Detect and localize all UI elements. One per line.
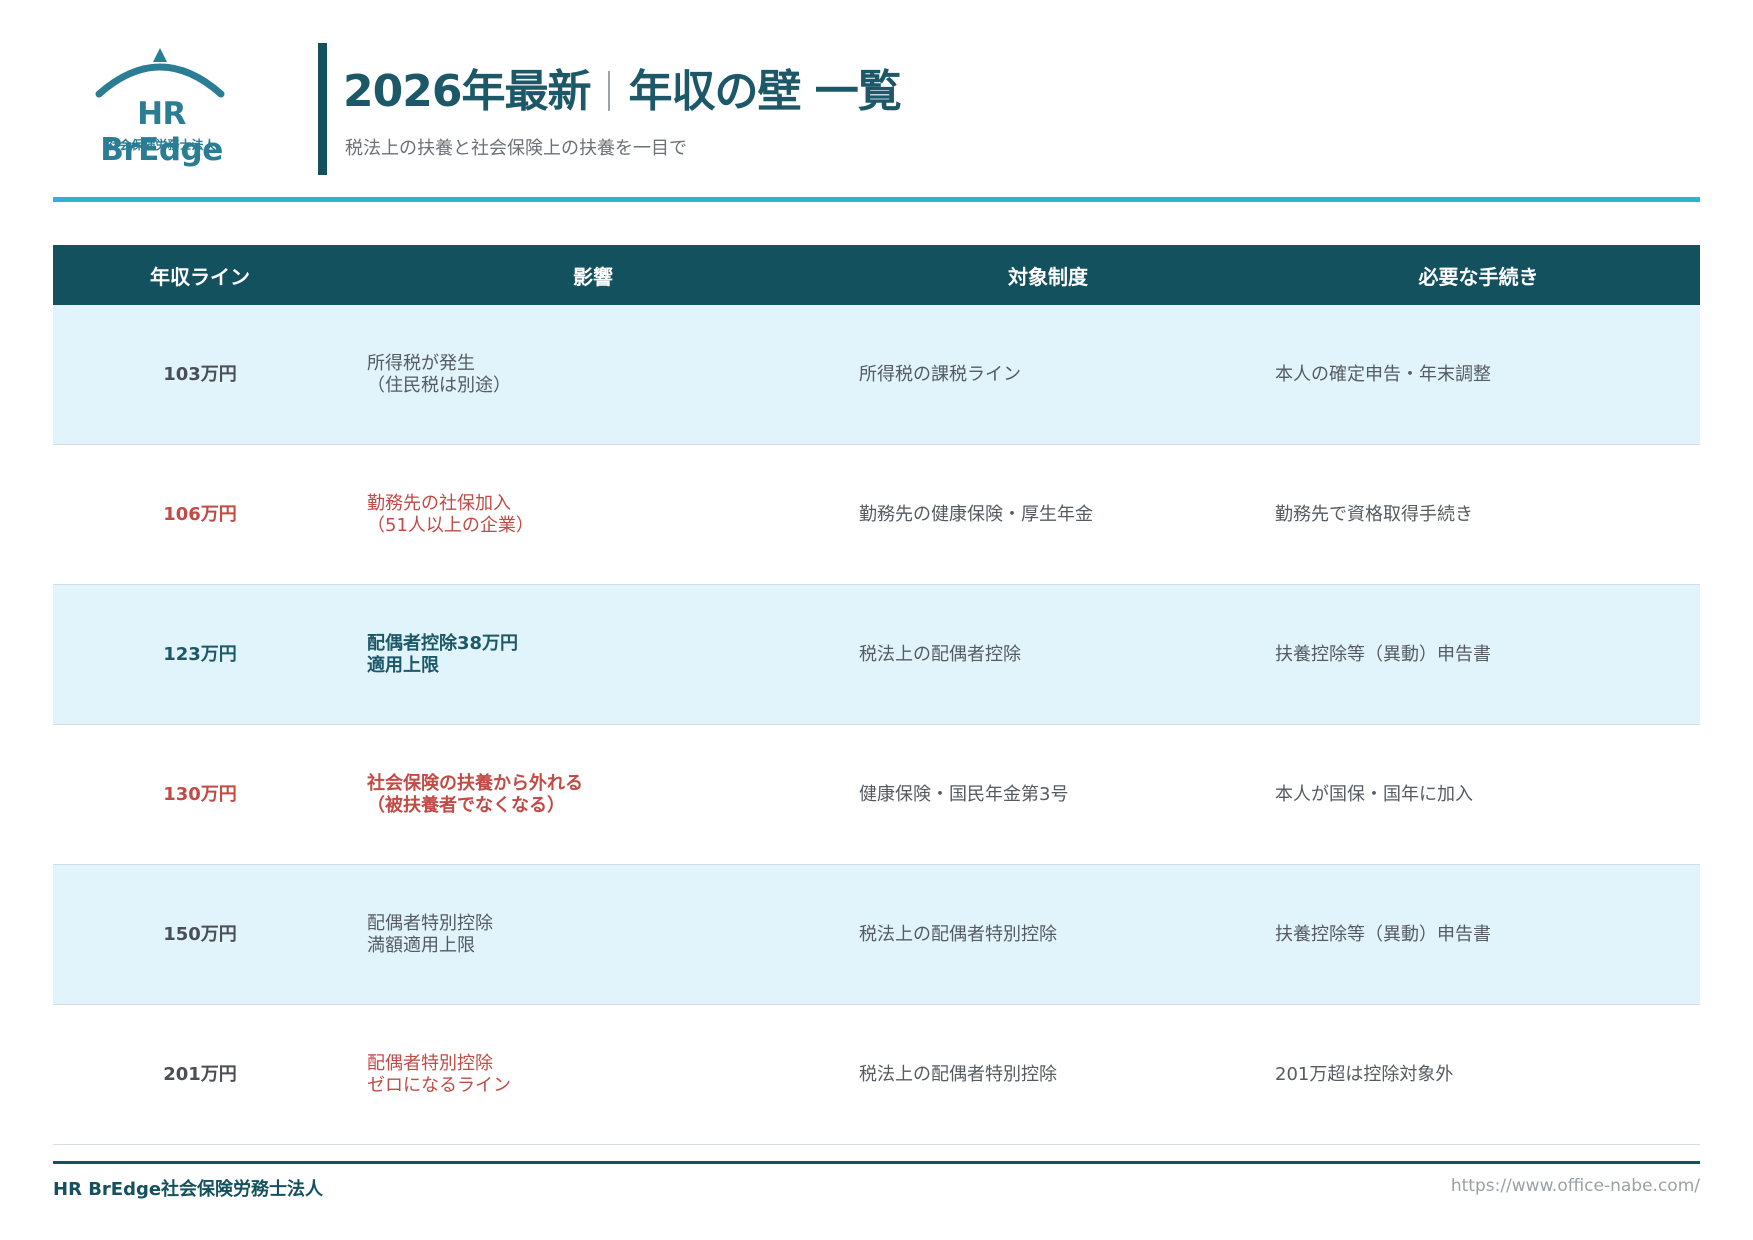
cell-system: 税法上の配偶者控除 [859, 643, 1021, 665]
page-subtitle: 税法上の扶養と社会保険上の扶養を一目で [345, 138, 687, 159]
table-row: 201万円 配偶者特別控除 ゼロになるライン 税法上の配偶者特別控除 201万超… [53, 1005, 1700, 1145]
bridge-arch-icon [95, 48, 225, 98]
cell-income-line: 201万円 [163, 1063, 237, 1085]
cell-impact: 所得税が発生 （住民税は別途） [367, 352, 511, 396]
cell-impact: 勤務先の社保加入 （51人以上の企業） [367, 492, 534, 536]
cell-system: 税法上の配偶者特別控除 [859, 923, 1057, 945]
cell-income-line: 150万円 [163, 923, 237, 945]
table-row: 150万円 配偶者特別控除 満額適用上限 税法上の配偶者特別控除 扶養控除等（異… [53, 865, 1700, 1005]
cell-impact: 配偶者特別控除 ゼロになるライン [367, 1052, 511, 1096]
table-row: 130万円 社会保険の扶養から外れる （被扶養者でなくなる） 健康保険・国民年金… [53, 725, 1700, 865]
cell-procedure: 勤務先で資格取得手続き [1275, 503, 1473, 525]
table-row: 106万円 勤務先の社保加入 （51人以上の企業） 勤務先の健康保険・厚生年金 … [53, 445, 1700, 585]
title-separator [608, 71, 611, 111]
logo-name: HR BrEdge [100, 96, 223, 168]
income-wall-table: 年収ライン 影響 対象制度 必要な手続き 103万円 所得税が発生 （住民税は別… [53, 245, 1700, 1145]
cell-system: 勤務先の健康保険・厚生年金 [859, 503, 1093, 525]
cell-impact: 社会保険の扶養から外れる （被扶養者でなくなる） [367, 772, 583, 816]
cell-procedure: 本人の確定申告・年末調整 [1275, 363, 1491, 385]
cell-system: 税法上の配偶者特別控除 [859, 1063, 1057, 1085]
cell-impact: 配偶者特別控除 満額適用上限 [367, 912, 493, 956]
title-year: 2026年最新 [343, 66, 591, 117]
cell-income-line: 123万円 [163, 643, 237, 665]
column-header-procedure: 必要な手続き [1418, 264, 1539, 289]
company-logo: HR BrEdge 社会保険労務士法人 [70, 46, 250, 168]
cell-procedure: 扶養控除等（異動）申告書 [1275, 923, 1491, 945]
title-accent-bar [318, 43, 327, 175]
title-topic: 年収の壁 一覧 [628, 66, 901, 117]
page-title: 2026年最新 年収の壁 一覧 [343, 55, 902, 119]
cell-income-line: 103万円 [163, 363, 237, 385]
table-header: 年収ライン 影響 対象制度 必要な手続き [53, 245, 1700, 305]
cell-income-line: 106万円 [163, 503, 237, 525]
cell-procedure: 201万超は控除対象外 [1275, 1063, 1454, 1085]
column-header-impact: 影響 [573, 264, 613, 289]
column-header-line: 年収ライン [150, 264, 250, 289]
table-row: 103万円 所得税が発生 （住民税は別途） 所得税の課税ライン 本人の確定申告・… [53, 305, 1700, 445]
cell-income-line: 130万円 [163, 783, 237, 805]
header-divider [53, 197, 1700, 202]
table-row: 123万円 配偶者控除38万円 適用上限 税法上の配偶者控除 扶養控除等（異動）… [53, 585, 1700, 725]
column-header-system: 対象制度 [1008, 264, 1088, 289]
cell-procedure: 扶養控除等（異動）申告書 [1275, 643, 1491, 665]
cell-system: 所得税の課税ライン [859, 363, 1021, 385]
footer-divider [53, 1161, 1700, 1164]
cell-impact: 配偶者控除38万円 適用上限 [367, 632, 519, 676]
footer-company-name: HR BrEdge社会保険労務士法人 [53, 1179, 324, 1200]
logo-subtitle: 社会保険労務士法人 [107, 138, 216, 152]
footer-url: https://www.office-nabe.com/ [1450, 1176, 1700, 1196]
cell-procedure: 本人が国保・国年に加入 [1275, 783, 1473, 805]
cell-system: 健康保険・国民年金第3号 [859, 783, 1069, 805]
